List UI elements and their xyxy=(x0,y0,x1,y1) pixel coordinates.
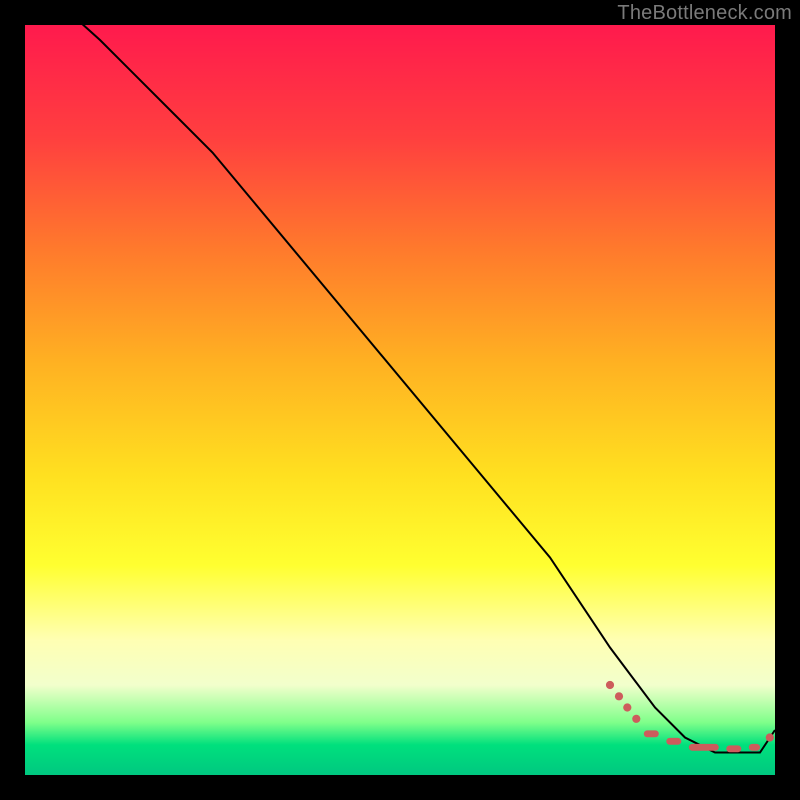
chart-frame: TheBottleneck.com xyxy=(0,0,800,800)
marker-point xyxy=(632,715,640,723)
marker-dash xyxy=(726,745,741,752)
marker-dash xyxy=(749,744,760,751)
chart-svg xyxy=(25,25,775,775)
watermark-text: TheBottleneck.com xyxy=(617,2,792,25)
marker-point xyxy=(766,733,774,741)
marker-dash xyxy=(689,744,719,751)
marker-point xyxy=(606,681,614,689)
marker-dash xyxy=(666,738,681,745)
main-curve xyxy=(25,25,775,753)
gradient-plot-area xyxy=(25,25,775,775)
marker-point xyxy=(615,692,623,700)
marker-point xyxy=(623,703,631,711)
marker-points xyxy=(606,681,774,742)
marker-dashes xyxy=(644,730,760,752)
marker-dash xyxy=(644,730,659,737)
